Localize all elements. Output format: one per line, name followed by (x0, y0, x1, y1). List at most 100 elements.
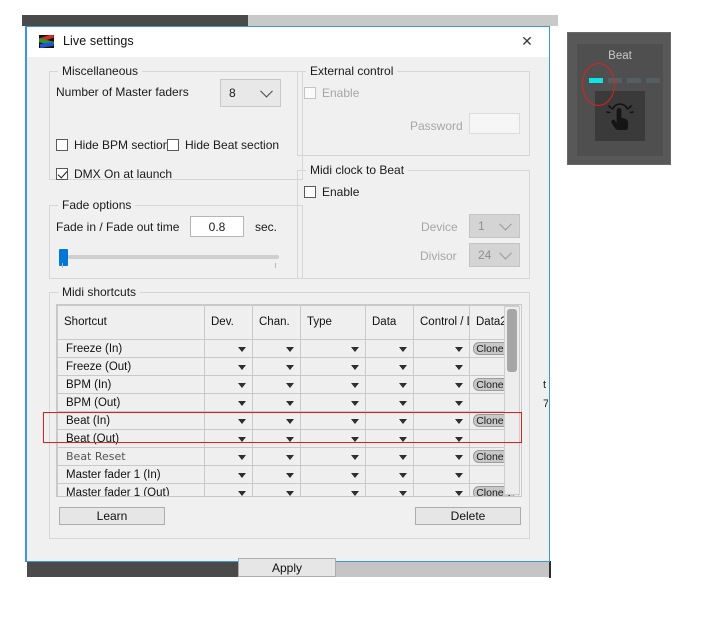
dialog-body: Miscellaneous Number of Master faders 8 … (27, 57, 549, 577)
chevron-down-icon (351, 400, 359, 406)
cell-dev[interactable] (204, 465, 253, 484)
cell-dev[interactable] (204, 357, 253, 376)
cell-dev[interactable] (204, 393, 253, 412)
cell-chan[interactable] (252, 339, 301, 358)
cell-control-data2on[interactable] (413, 465, 470, 484)
table-row[interactable]: Freeze (In) Clone ↓ (57, 339, 519, 358)
table-scrollbar-track[interactable] (504, 306, 520, 495)
divisor-select[interactable]: 24 (469, 243, 520, 267)
cell-dev[interactable] (204, 483, 253, 496)
dmx-on-launch-checkbox[interactable]: DMX On at launch (56, 167, 172, 181)
cell-data[interactable] (365, 429, 414, 448)
cell-type[interactable] (300, 447, 366, 466)
cell-type[interactable] (300, 375, 366, 394)
cell-chan[interactable] (252, 375, 301, 394)
delete-button[interactable]: Delete (415, 507, 521, 525)
table-row[interactable]: Beat (Out) (57, 429, 519, 448)
cell-control-data2on[interactable] (413, 375, 470, 394)
chevron-down-icon (260, 84, 273, 98)
cell-dev[interactable] (204, 339, 253, 358)
beat-title: Beat (608, 50, 632, 62)
fade-time-input[interactable]: 0.8 (190, 216, 244, 237)
cell-chan[interactable] (252, 465, 301, 484)
cell-dev[interactable] (204, 375, 253, 394)
chevron-down-icon (238, 418, 246, 424)
cell-data[interactable] (365, 411, 414, 430)
table-scrollbar-thumb[interactable] (507, 309, 517, 372)
device-select[interactable]: 1 (469, 214, 520, 238)
cell-chan[interactable] (252, 483, 301, 496)
hide-bpm-label: Hide BPM section (74, 138, 170, 152)
midi-shortcuts-table-wrapper[interactable]: Shortcut Dev. Chan. Type Data Control / … (56, 304, 522, 497)
beat-indicator-1 (589, 78, 603, 83)
table-row-beat-reset[interactable]: Beat Reset Clone ↓ (57, 447, 519, 466)
midi-clock-enable-label: Enable (322, 185, 360, 199)
cell-dev[interactable] (204, 447, 253, 466)
tap-tempo-button[interactable] (595, 91, 645, 141)
midi-clock-enable-checkbox[interactable]: Enable (304, 185, 359, 199)
chevron-down-icon (351, 364, 359, 370)
cell-data[interactable] (365, 357, 414, 376)
cell-type[interactable] (300, 357, 366, 376)
cell-control-data2on[interactable] (413, 393, 470, 412)
cell-control-data2on[interactable] (413, 357, 470, 376)
cell-data[interactable] (365, 447, 414, 466)
cell-control-data2on[interactable] (413, 429, 470, 448)
password-field[interactable] (469, 113, 520, 134)
dialog-titlebar: Live settings ✕ (27, 27, 549, 58)
chevron-down-icon (286, 454, 294, 460)
table-row[interactable]: Master fader 1 (Out) Clone ↓ (57, 483, 519, 496)
cell-control-data2on[interactable] (413, 339, 470, 358)
cell-data[interactable] (365, 375, 414, 394)
cell-control-data2on[interactable] (413, 483, 470, 496)
external-control-enable-checkbox[interactable]: Enable (304, 86, 359, 100)
chevron-down-icon (286, 346, 294, 352)
chevron-down-icon (286, 472, 294, 478)
device-value: 1 (478, 219, 485, 233)
password-label: Password (410, 119, 463, 133)
table-body: Freeze (In) Clone ↓ Freeze (Out) BPM (In… (57, 339, 519, 496)
cell-data[interactable] (365, 393, 414, 412)
cell-type[interactable] (300, 429, 366, 448)
tap-hand-icon (606, 103, 634, 130)
cell-control-data2on[interactable] (413, 447, 470, 466)
table-row[interactable]: BPM (Out) (57, 393, 519, 412)
cell-control-data2on[interactable] (413, 411, 470, 430)
hide-beat-checkbox[interactable]: Hide Beat section (167, 138, 279, 152)
cell-dev[interactable] (204, 429, 253, 448)
cell-type[interactable] (300, 483, 366, 496)
checkbox-box (56, 139, 68, 151)
cell-type[interactable] (300, 465, 366, 484)
cell-type[interactable] (300, 393, 366, 412)
hide-bpm-checkbox[interactable]: Hide BPM section (56, 138, 169, 152)
cell-chan[interactable] (252, 357, 301, 376)
col-type: Type (300, 305, 366, 340)
cell-chan[interactable] (252, 429, 301, 448)
cell-chan[interactable] (252, 447, 301, 466)
slider-tick-max (275, 263, 276, 268)
chevron-down-icon (351, 472, 359, 478)
cell-chan[interactable] (252, 393, 301, 412)
fade-time-slider-track[interactable] (59, 255, 279, 259)
checkbox-box (56, 168, 68, 180)
cell-data[interactable] (365, 339, 414, 358)
table-row[interactable]: Freeze (Out) (57, 357, 519, 376)
table-row[interactable]: Beat (In) Clone ↓ (57, 411, 519, 430)
cell-data[interactable] (365, 483, 414, 496)
master-faders-select[interactable]: 8 (220, 79, 281, 107)
cell-dev[interactable] (204, 411, 253, 430)
cell-data[interactable] (365, 465, 414, 484)
learn-button[interactable]: Learn (59, 507, 165, 525)
cell-type[interactable] (300, 411, 366, 430)
chevron-down-icon (238, 454, 246, 460)
cell-type[interactable] (300, 339, 366, 358)
fade-time-slider-thumb[interactable] (59, 249, 68, 266)
app-logo-icon (39, 35, 54, 48)
table-row[interactable]: BPM (In) Clone ↓ (57, 375, 519, 394)
close-icon[interactable]: ✕ (505, 27, 549, 56)
cell-chan[interactable] (252, 411, 301, 430)
table-row[interactable]: Master fader 1 (In) (57, 465, 519, 484)
apply-button[interactable]: Apply (238, 558, 336, 577)
background-window-titlebar-light (248, 15, 558, 26)
chevron-down-icon (286, 436, 294, 442)
